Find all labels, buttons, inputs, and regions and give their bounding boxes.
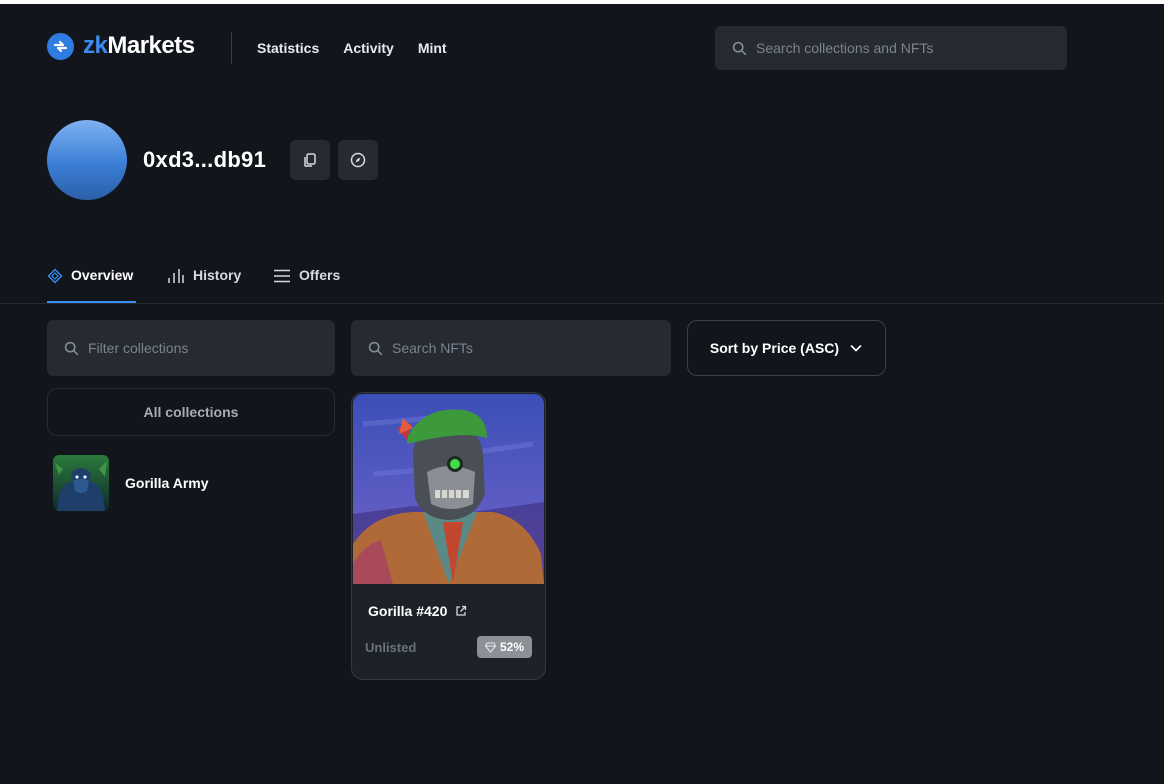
avatar bbox=[47, 120, 127, 200]
sort-label: Sort by Price (ASC) bbox=[709, 340, 840, 356]
collection-item[interactable]: Gorilla Army bbox=[53, 455, 209, 511]
copy-address-button[interactable] bbox=[290, 140, 330, 180]
nav-mint[interactable]: Mint bbox=[418, 40, 447, 56]
overview-icon bbox=[47, 268, 63, 284]
logo-icon bbox=[47, 32, 74, 60]
nft-card[interactable]: Gorilla #420 Unlisted 52% bbox=[351, 392, 546, 680]
collection-thumbnail bbox=[53, 455, 109, 511]
filter-collections-input[interactable]: Filter collections bbox=[47, 320, 335, 376]
explorer-button[interactable] bbox=[338, 140, 378, 180]
collection-name: Gorilla Army bbox=[125, 475, 209, 491]
gem-icon bbox=[484, 641, 496, 653]
top-header: zkMarkets Statistics Activity Mint Searc… bbox=[0, 4, 1164, 92]
profile-tabs: Overview History Offers bbox=[0, 262, 1164, 304]
search-nfts-placeholder: Search NFTs bbox=[392, 340, 473, 356]
global-search-input[interactable]: Search collections and NFTs bbox=[715, 26, 1067, 70]
chevron-down-icon bbox=[850, 345, 862, 352]
listing-status: Unlisted bbox=[365, 640, 417, 655]
logo[interactable]: zkMarkets bbox=[47, 32, 195, 60]
search-icon bbox=[64, 341, 79, 355]
sort-dropdown[interactable]: Sort by Price (ASC) bbox=[687, 320, 886, 376]
filter-collections-placeholder: Filter collections bbox=[88, 340, 189, 356]
nav-statistics[interactable]: Statistics bbox=[257, 40, 319, 56]
wallet-address: 0xd3...db91 bbox=[143, 147, 267, 172]
rarity-badge: 52% bbox=[477, 636, 532, 658]
search-icon bbox=[732, 41, 747, 55]
list-icon bbox=[274, 269, 290, 283]
nav-activity[interactable]: Activity bbox=[343, 40, 394, 56]
external-link-icon[interactable] bbox=[455, 605, 467, 617]
main-nav: Statistics Activity Mint bbox=[257, 40, 447, 56]
header-divider bbox=[231, 32, 232, 64]
copy-icon bbox=[304, 153, 316, 167]
tab-offers[interactable]: Offers bbox=[273, 262, 340, 303]
nft-image bbox=[353, 394, 544, 584]
global-search-placeholder: Search collections and NFTs bbox=[756, 40, 934, 56]
explorer-icon bbox=[350, 152, 366, 168]
tab-history[interactable]: History bbox=[167, 262, 241, 303]
all-collections-button[interactable]: All collections bbox=[47, 388, 335, 436]
history-icon bbox=[168, 269, 184, 283]
nft-title[interactable]: Gorilla #420 bbox=[368, 603, 467, 619]
logo-text: zkMarkets bbox=[83, 32, 195, 59]
search-icon bbox=[368, 341, 383, 355]
search-nfts-input[interactable]: Search NFTs bbox=[351, 320, 671, 376]
tab-overview[interactable]: Overview bbox=[47, 262, 136, 303]
